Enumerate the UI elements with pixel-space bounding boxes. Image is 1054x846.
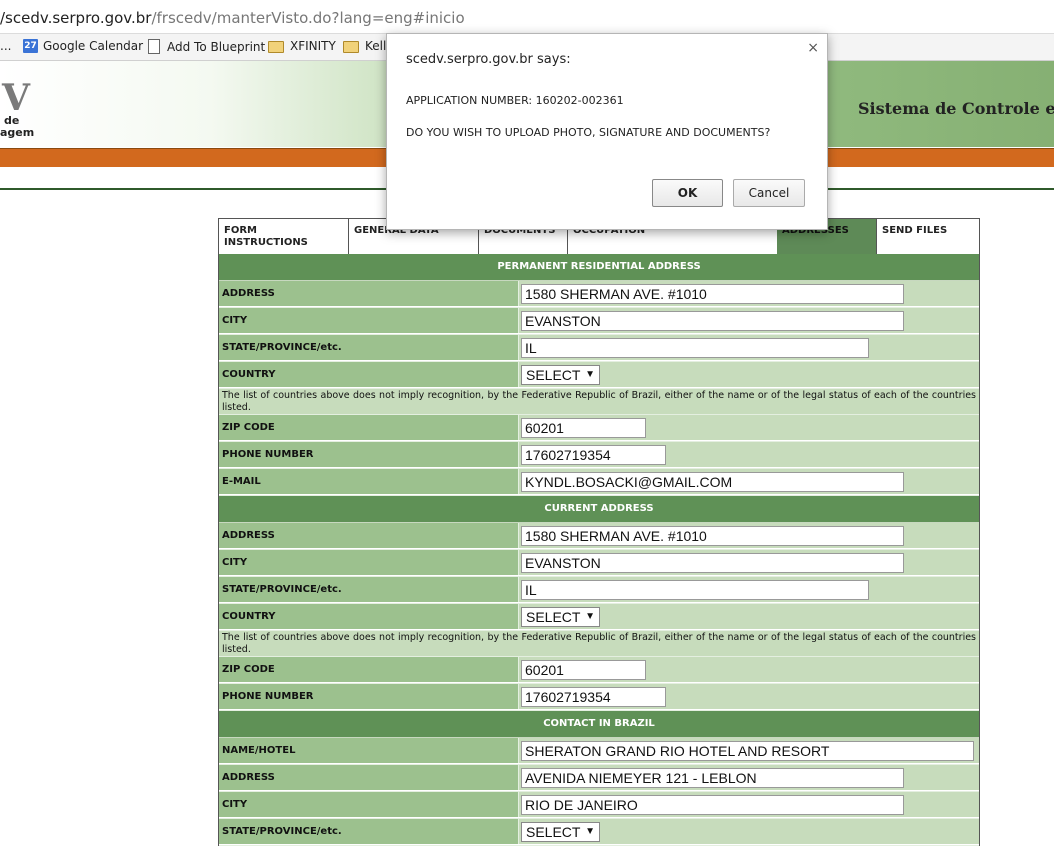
- row-brazil-address: ADDRESS AVENIDA NIEMEYER 121 - LEBLON: [219, 765, 979, 792]
- section-header-permanent: PERMANENT RESIDENTIAL ADDRESS: [219, 254, 979, 281]
- bookmark-xfinity[interactable]: XFINITY: [268, 39, 336, 53]
- field-label: CITY: [219, 308, 519, 333]
- calendar-icon: 27: [23, 39, 38, 53]
- row-brazil-state: STATE/PROVINCE/etc. SELECT ▼: [219, 819, 979, 846]
- logo-text-line2: agem: [0, 126, 35, 139]
- current-phone-input[interactable]: 17602719354: [521, 687, 666, 707]
- field-label: PHONE NUMBER: [219, 442, 519, 467]
- page-icon: [148, 39, 160, 54]
- tab-label: SEND FILES: [882, 225, 948, 236]
- field-label: CITY: [219, 550, 519, 575]
- select-value: SELECT: [526, 824, 581, 840]
- field-label: ADDRESS: [219, 281, 519, 306]
- dialog-application-number: APPLICATION NUMBER: 160202-002361: [406, 94, 624, 107]
- chevron-down-icon: ▼: [585, 369, 595, 380]
- permanent-city-input[interactable]: EVANSTON: [521, 311, 904, 331]
- cancel-button[interactable]: Cancel: [733, 179, 805, 207]
- chevron-down-icon: ▼: [585, 826, 595, 837]
- row-permanent-country: COUNTRY SELECT ▼: [219, 362, 979, 389]
- select-value: SELECT: [526, 367, 581, 383]
- row-brazil-city: CITY RIO DE JANEIRO: [219, 792, 979, 819]
- field-label: COUNTRY: [219, 362, 519, 387]
- current-zip-input[interactable]: 60201: [521, 660, 646, 680]
- bookmark-google-calendar[interactable]: 27 Google Calendar: [23, 39, 143, 53]
- current-country-select[interactable]: SELECT ▼: [521, 607, 600, 627]
- permanent-country-select[interactable]: SELECT ▼: [521, 365, 600, 385]
- permanent-phone-input[interactable]: 17602719354: [521, 445, 666, 465]
- field-label: ADDRESS: [219, 523, 519, 548]
- ok-button[interactable]: OK: [652, 179, 723, 207]
- url-path: /frscedv/manterVisto.do?lang=eng#inicio: [151, 9, 465, 27]
- field-label: STATE/PROVINCE/etc.: [219, 577, 519, 602]
- permanent-email-input[interactable]: KYNDL.BOSACKI@GMAIL.COM: [521, 472, 904, 492]
- current-city-input[interactable]: EVANSTON: [521, 553, 904, 573]
- bookmark-label: Google Calendar: [43, 39, 144, 53]
- address-form: PERMANENT RESIDENTIAL ADDRESS ADDRESS 15…: [218, 254, 980, 846]
- permanent-address-input[interactable]: 1580 SHERMAN AVE. #1010: [521, 284, 904, 304]
- site-logo: V: [2, 77, 30, 119]
- field-label: STATE/PROVINCE/etc.: [219, 819, 519, 844]
- address-bar[interactable]: /scedv.serpro.gov.br/frscedv/manterVisto…: [0, 0, 1054, 34]
- system-title: Sistema de Controle e: [858, 99, 1054, 118]
- tab-form-instructions[interactable]: FORM INSTRUCTIONS: [219, 219, 349, 255]
- field-label: STATE/PROVINCE/etc.: [219, 335, 519, 360]
- row-permanent-phone: PHONE NUMBER 17602719354: [219, 442, 979, 469]
- row-current-city: CITY EVANSTON: [219, 550, 979, 577]
- row-permanent-state: STATE/PROVINCE/etc. IL: [219, 335, 979, 362]
- bookmark-label: Add To Blueprint: [167, 39, 266, 54]
- select-value: SELECT: [526, 609, 581, 625]
- close-icon[interactable]: ×: [807, 40, 819, 56]
- row-permanent-address: ADDRESS 1580 SHERMAN AVE. #1010: [219, 281, 979, 308]
- countries-disclaimer: The list of countries above does not imp…: [219, 631, 979, 657]
- bookmark-overflow[interactable]: ...: [0, 39, 11, 53]
- alert-dialog: scedv.serpro.gov.br says: × APPLICATION …: [386, 33, 828, 230]
- tab-send-files[interactable]: SEND FILES: [877, 219, 979, 255]
- row-permanent-zip: ZIP CODE 60201: [219, 415, 979, 442]
- row-current-phone: PHONE NUMBER 17602719354: [219, 684, 979, 711]
- row-current-zip: ZIP CODE 60201: [219, 657, 979, 684]
- field-label: ZIP CODE: [219, 415, 519, 440]
- brazil-city-input[interactable]: RIO DE JANEIRO: [521, 795, 904, 815]
- dialog-question: DO YOU WISH TO UPLOAD PHOTO, SIGNATURE A…: [406, 126, 771, 139]
- chevron-down-icon: ▼: [585, 611, 595, 622]
- current-state-input[interactable]: IL: [521, 580, 869, 600]
- permanent-state-input[interactable]: IL: [521, 338, 869, 358]
- bookmark-add-to-blueprint[interactable]: Add To Blueprint: [148, 39, 265, 54]
- bookmark-label: XFINITY: [290, 39, 336, 53]
- countries-disclaimer: The list of countries above does not imp…: [219, 389, 979, 415]
- folder-icon: [268, 41, 284, 53]
- tab-label: FORM INSTRUCTIONS: [224, 225, 308, 248]
- current-address-input[interactable]: 1580 SHERMAN AVE. #1010: [521, 526, 904, 546]
- row-current-address: ADDRESS 1580 SHERMAN AVE. #1010: [219, 523, 979, 550]
- brazil-state-select[interactable]: SELECT ▼: [521, 822, 600, 842]
- row-current-country: COUNTRY SELECT ▼: [219, 604, 979, 631]
- field-label: E-MAIL: [219, 469, 519, 494]
- brazil-name-input[interactable]: SHERATON GRAND RIO HOTEL AND RESORT: [521, 741, 974, 761]
- bookmark-overflow-label: ...: [0, 39, 12, 53]
- field-label: ZIP CODE: [219, 657, 519, 682]
- row-current-state: STATE/PROVINCE/etc. IL: [219, 577, 979, 604]
- url-host: /scedv.serpro.gov.br: [0, 9, 152, 27]
- field-label: ADDRESS: [219, 765, 519, 790]
- row-brazil-name: NAME/HOTEL SHERATON GRAND RIO HOTEL AND …: [219, 738, 979, 765]
- field-label: PHONE NUMBER: [219, 684, 519, 709]
- section-header-contact-brazil: CONTACT IN BRAZIL: [219, 711, 979, 738]
- field-label: COUNTRY: [219, 604, 519, 629]
- row-permanent-city: CITY EVANSTON: [219, 308, 979, 335]
- dialog-title: scedv.serpro.gov.br says:: [406, 52, 571, 67]
- section-header-current: CURRENT ADDRESS: [219, 496, 979, 523]
- url-text[interactable]: /scedv.serpro.gov.br/frscedv/manterVisto…: [0, 9, 465, 27]
- row-permanent-email: E-MAIL KYNDL.BOSACKI@GMAIL.COM: [219, 469, 979, 496]
- folder-icon: [343, 41, 359, 53]
- field-label: NAME/HOTEL: [219, 738, 519, 763]
- brazil-address-input[interactable]: AVENIDA NIEMEYER 121 - LEBLON: [521, 768, 904, 788]
- field-label: CITY: [219, 792, 519, 817]
- permanent-zip-input[interactable]: 60201: [521, 418, 646, 438]
